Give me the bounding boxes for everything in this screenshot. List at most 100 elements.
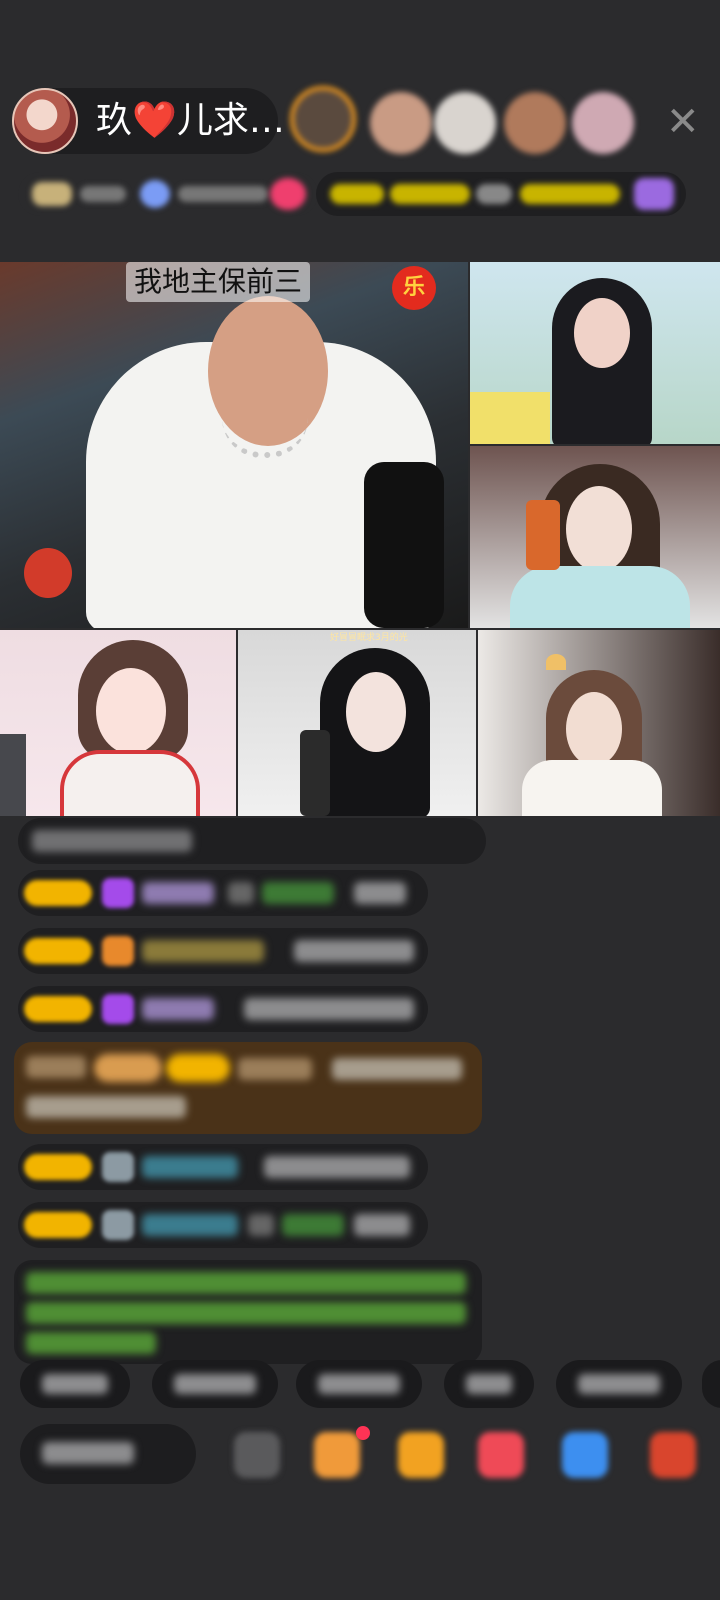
chat-message-5[interactable] bbox=[18, 1202, 428, 1248]
guest-video-4[interactable] bbox=[238, 630, 476, 816]
level-badge bbox=[24, 938, 92, 964]
top-viewer-avatar-1[interactable] bbox=[290, 86, 356, 152]
notification-dot bbox=[356, 1426, 370, 1440]
guest1-table bbox=[470, 392, 550, 444]
host-sleeve bbox=[364, 462, 444, 628]
guest3-mic bbox=[0, 734, 26, 816]
tag-blur-7 bbox=[390, 184, 470, 204]
top-viewer-avatar-3[interactable] bbox=[434, 92, 496, 154]
top-viewer-avatar-2[interactable] bbox=[370, 92, 432, 154]
blur-text bbox=[262, 882, 334, 904]
guest-video-1[interactable] bbox=[470, 262, 720, 444]
quick-reply-5[interactable] bbox=[556, 1360, 682, 1408]
chat-highlight-message[interactable] bbox=[14, 1042, 482, 1134]
guest2-sweater bbox=[510, 566, 690, 628]
lantern-icon: 乐 bbox=[392, 266, 436, 310]
guest3-face bbox=[96, 668, 166, 754]
chat-system-message bbox=[14, 1260, 482, 1364]
blur-text bbox=[26, 1332, 156, 1354]
guest4-chair bbox=[300, 730, 330, 816]
guest3-top bbox=[60, 750, 200, 816]
purple-gem-icon bbox=[102, 994, 134, 1024]
main-caption: 我地主保前三 bbox=[126, 262, 311, 302]
blur-text bbox=[26, 1056, 86, 1078]
blur-text bbox=[142, 1214, 238, 1236]
host-avatar[interactable] bbox=[12, 88, 78, 154]
level-badge bbox=[24, 996, 92, 1022]
guest4-face bbox=[346, 672, 406, 752]
blur-text bbox=[142, 940, 264, 962]
chat-notice bbox=[18, 818, 486, 864]
tag-blur-8 bbox=[476, 184, 512, 204]
blur-badge bbox=[94, 1054, 162, 1082]
top-viewer-avatar-5[interactable] bbox=[572, 92, 634, 154]
quick-reply-4[interactable] bbox=[444, 1360, 534, 1408]
share-icon[interactable] bbox=[562, 1432, 608, 1478]
guest2-chair bbox=[526, 500, 560, 570]
guest2-face bbox=[566, 486, 632, 572]
main-video-feed[interactable] bbox=[0, 262, 468, 628]
tag-blur-9 bbox=[520, 184, 620, 204]
guest-video-2[interactable] bbox=[470, 446, 720, 628]
guest-video-5[interactable] bbox=[478, 630, 720, 816]
quick-reply-1[interactable] bbox=[20, 1360, 130, 1408]
blur-text bbox=[42, 1442, 134, 1464]
gift-icon[interactable] bbox=[650, 1432, 696, 1478]
blur-text bbox=[264, 1156, 410, 1178]
tag-blur-6 bbox=[330, 184, 384, 204]
level-badge bbox=[24, 1212, 92, 1238]
guest1-face bbox=[574, 298, 630, 368]
chat-message-1[interactable] bbox=[18, 870, 428, 916]
blur-text bbox=[142, 998, 214, 1020]
chat-message-3[interactable] bbox=[18, 986, 428, 1032]
blur-text bbox=[26, 1096, 186, 1118]
purple-gem-icon bbox=[102, 878, 134, 908]
chat-message-4[interactable] bbox=[18, 1144, 428, 1190]
blur-text bbox=[142, 1156, 238, 1178]
tag-blur-3 bbox=[140, 180, 170, 208]
game-icon[interactable] bbox=[398, 1432, 444, 1478]
guest4-caption: 好冒冒眠求3月的光 bbox=[330, 633, 408, 643]
activity-tag-row[interactable] bbox=[316, 172, 686, 216]
blur-text bbox=[282, 1214, 344, 1236]
blur-text bbox=[248, 1214, 274, 1236]
host-name[interactable]: 玖❤️儿求… bbox=[96, 100, 285, 142]
rank-tag-row[interactable] bbox=[18, 172, 318, 216]
level-badge bbox=[24, 880, 92, 906]
blur-text bbox=[26, 1302, 466, 1324]
gray-avatar-icon bbox=[102, 1210, 134, 1240]
blur-text bbox=[238, 1058, 312, 1080]
tag-blur-10 bbox=[634, 178, 674, 210]
treasure-icon[interactable] bbox=[314, 1432, 360, 1478]
mascot-sticker bbox=[24, 548, 72, 598]
tag-blur-4 bbox=[178, 186, 268, 202]
guest-video-3[interactable] bbox=[0, 630, 236, 816]
blur-text bbox=[32, 830, 192, 852]
quick-reply-6[interactable] bbox=[702, 1360, 720, 1408]
comment-input[interactable] bbox=[20, 1424, 196, 1484]
quick-reply-3[interactable] bbox=[296, 1360, 422, 1408]
guest5-lamp bbox=[546, 654, 566, 670]
guest5-face bbox=[566, 692, 622, 766]
level-badge bbox=[24, 1154, 92, 1180]
close-icon[interactable]: ✕ bbox=[666, 100, 700, 144]
blur-text bbox=[244, 998, 414, 1020]
gift-box-icon[interactable] bbox=[234, 1432, 280, 1478]
blur-text bbox=[354, 1214, 410, 1236]
top-viewer-avatar-4[interactable] bbox=[504, 92, 566, 154]
orange-gem-icon bbox=[102, 936, 134, 966]
blur-text bbox=[354, 882, 406, 904]
blur-text bbox=[26, 1272, 466, 1294]
gray-avatar-icon bbox=[102, 1152, 134, 1182]
blur-text bbox=[294, 940, 414, 962]
guest5-top bbox=[522, 760, 662, 816]
blur-text bbox=[332, 1058, 462, 1080]
chat-message-2[interactable] bbox=[18, 928, 428, 974]
blur-badge bbox=[166, 1054, 230, 1082]
quick-reply-2[interactable] bbox=[152, 1360, 278, 1408]
tag-blur-5 bbox=[270, 178, 306, 210]
message-icon[interactable] bbox=[478, 1432, 524, 1478]
host-name-text: 玖❤️儿求… bbox=[96, 100, 285, 141]
tag-blur-1 bbox=[32, 182, 72, 206]
blur-text bbox=[228, 882, 254, 904]
